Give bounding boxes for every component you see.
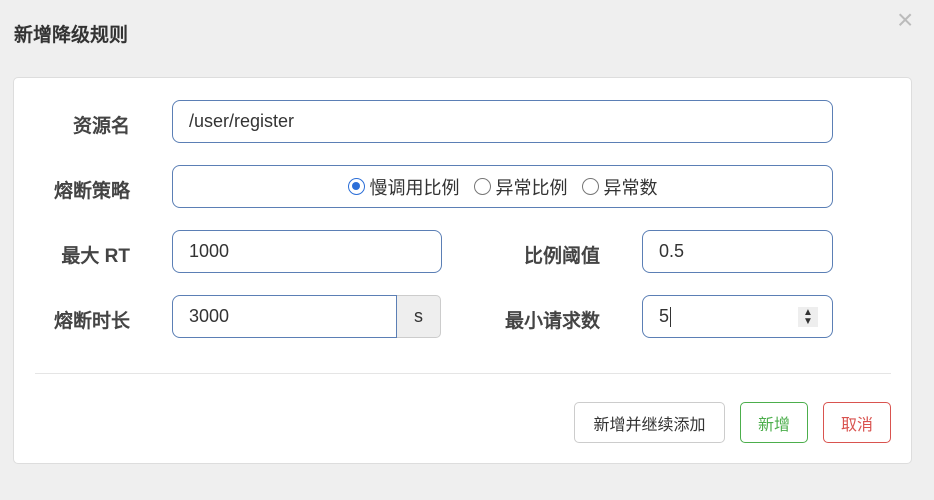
min-request-label: 最小请求数 xyxy=(504,311,600,332)
radio-error-count[interactable]: 异常数 xyxy=(581,174,658,200)
min-request-input[interactable]: 5 ▲ ▼ xyxy=(642,295,833,338)
dialog-title: 新增降级规则 xyxy=(14,25,129,46)
radio-unchecked-icon[interactable] xyxy=(581,178,599,195)
radio-slow-ratio[interactable]: 慢调用比例 xyxy=(347,174,460,200)
radio-label: 慢调用比例 xyxy=(369,177,460,198)
spinner-icon[interactable]: ▲ ▼ xyxy=(798,307,818,327)
resource-input[interactable]: /user/register xyxy=(172,100,833,143)
ratio-threshold-input[interactable]: 0.5 xyxy=(642,230,833,273)
radio-error-ratio[interactable]: 异常比例 xyxy=(473,174,568,200)
strategy-label: 熔断策略 xyxy=(53,181,130,202)
close-icon[interactable]: × xyxy=(897,6,913,34)
radio-checked-icon[interactable] xyxy=(347,178,365,195)
divider xyxy=(35,373,891,374)
add-button[interactable]: 新增 xyxy=(740,402,808,443)
radio-label: 异常数 xyxy=(603,177,658,198)
duration-label: 熔断时长 xyxy=(53,311,130,332)
strategy-radio-group: 慢调用比例 异常比例 异常数 xyxy=(172,165,833,208)
duration-unit-addon: s xyxy=(397,295,441,338)
duration-input[interactable]: 3000 xyxy=(172,295,397,338)
radio-unchecked-icon[interactable] xyxy=(473,178,491,195)
resource-label: 资源名 xyxy=(72,116,130,137)
ratio-threshold-label: 比例阈值 xyxy=(523,246,600,267)
cancel-button[interactable]: 取消 xyxy=(823,402,891,443)
radio-label: 异常比例 xyxy=(495,177,568,198)
add-and-continue-button[interactable]: 新增并继续添加 xyxy=(574,402,725,443)
max-rt-label: 最大 RT xyxy=(61,246,130,267)
max-rt-input[interactable]: 1000 xyxy=(172,230,442,273)
rule-form-panel: 资源名 /user/register 熔断策略 慢调用比例 异常比例 异常数 最… xyxy=(13,77,912,464)
min-request-value: 5 xyxy=(659,306,670,326)
